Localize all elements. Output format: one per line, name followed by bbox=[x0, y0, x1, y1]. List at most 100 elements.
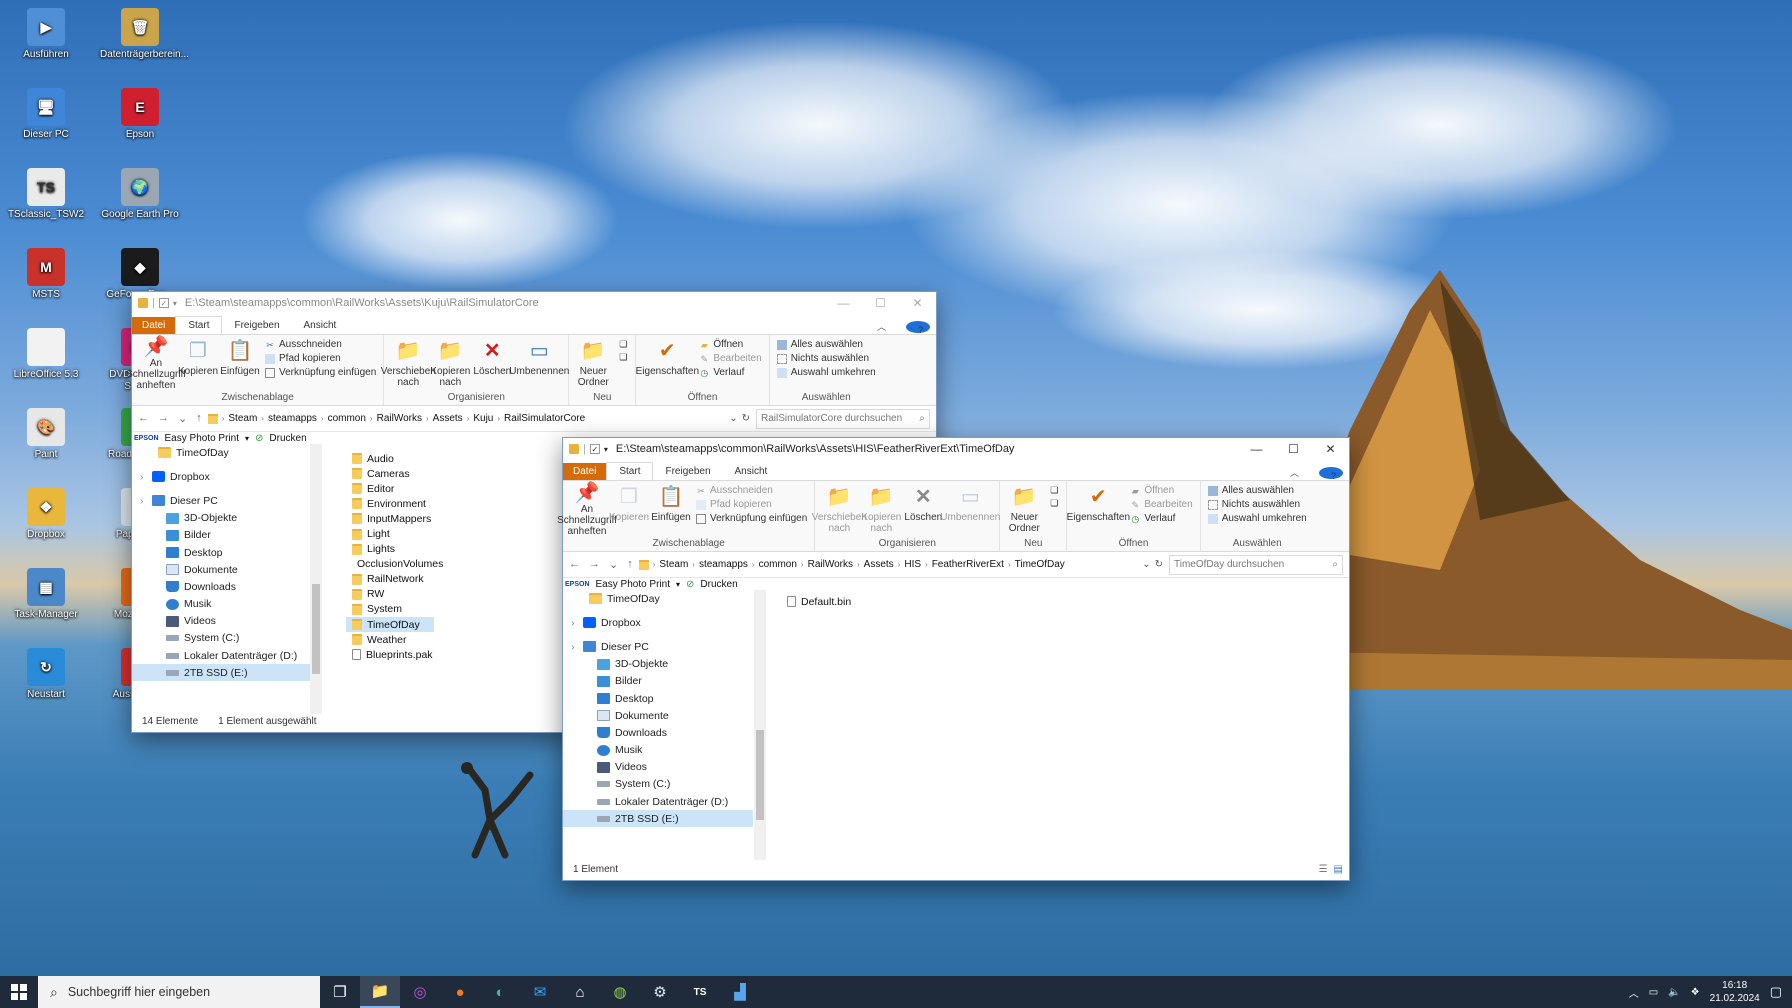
paste-shortcut-button[interactable]: Verknüpfung einfügen bbox=[696, 513, 807, 524]
desktop-icon[interactable]: ▦ Task-Manager bbox=[6, 568, 86, 621]
forward-arrow-icon[interactable]: → bbox=[158, 412, 169, 425]
search-input[interactable]: TimeOfDay durchsuchen ⌕ bbox=[1169, 554, 1343, 575]
dropbox-tray-icon[interactable]: ❖ bbox=[1691, 987, 1700, 998]
easy-photo-print-button[interactable]: Easy Photo Print bbox=[165, 433, 239, 444]
desktop-icon[interactable]: ▶ Ausführen bbox=[6, 8, 86, 61]
tab-start[interactable]: Start bbox=[606, 462, 654, 480]
tree-item[interactable]: 2TB SSD (E:) bbox=[563, 810, 753, 828]
checkmark-icon[interactable]: ✓ bbox=[589, 444, 600, 454]
tree-item[interactable]: Dokumente bbox=[132, 561, 310, 578]
easy-photo-print-button[interactable]: Easy Photo Print bbox=[596, 579, 670, 590]
tree-item[interactable]: Videos bbox=[563, 759, 753, 776]
pin-quick-access-button[interactable]: 📌 An Schnellzugriff anheften bbox=[557, 483, 617, 538]
tree-item[interactable]: TimeOfDay bbox=[563, 590, 753, 607]
breadcrumb-item[interactable]: steamapps bbox=[699, 559, 748, 570]
new-item-button[interactable]: ❏ bbox=[1049, 485, 1059, 495]
folder-item[interactable]: Cameras bbox=[346, 466, 434, 481]
new-folder-button[interactable]: 📁 Neuer Ordner bbox=[572, 339, 614, 391]
minimize-button[interactable]: — bbox=[1238, 442, 1275, 456]
new-item-button[interactable]: ❏ bbox=[618, 339, 628, 349]
breadcrumb-item[interactable]: RailWorks bbox=[808, 559, 853, 570]
copy-button[interactable]: ❐ Kopieren bbox=[608, 485, 650, 537]
tree-item[interactable]: 2TB SSD (E:) bbox=[132, 664, 310, 682]
move-to-button[interactable]: 📁 Verschieben nach bbox=[812, 485, 867, 537]
notification-icon[interactable]: ▢ bbox=[1770, 984, 1782, 1000]
desktop-icon[interactable]: M MSTS bbox=[6, 248, 86, 301]
folder-item[interactable]: Editor bbox=[346, 481, 434, 496]
title-bar[interactable]: | ✓ ▾ E:\Steam\steamapps\common\RailWork… bbox=[132, 292, 936, 314]
address-dropdown-icon[interactable]: ⌄ bbox=[729, 413, 737, 424]
folder-item[interactable]: Audio bbox=[346, 451, 434, 466]
tree-item[interactable]: Desktop bbox=[132, 544, 310, 561]
dropdown-arrow-icon[interactable]: ▾ bbox=[173, 299, 177, 308]
tab-view[interactable]: Ansicht bbox=[723, 463, 780, 480]
tree-item[interactable]: Desktop bbox=[563, 690, 753, 707]
desktop-icon[interactable]: LibreOffice 5.3 bbox=[6, 328, 86, 381]
tree-item[interactable]: › Dropbox bbox=[132, 468, 310, 485]
back-arrow-icon[interactable]: ← bbox=[569, 558, 580, 571]
breadcrumb-item[interactable]: steamapps bbox=[268, 413, 317, 424]
tree-item[interactable]: › Dieser PC bbox=[132, 492, 310, 509]
chevron-up-icon[interactable]: ︿ bbox=[1278, 463, 1311, 482]
steam-icon[interactable]: ⚙ bbox=[640, 976, 680, 1008]
tree-item[interactable]: Musik bbox=[132, 596, 310, 613]
cmd-app-icon[interactable]: ▟ bbox=[720, 976, 760, 1008]
minimize-button[interactable]: — bbox=[825, 296, 862, 310]
breadcrumb-item[interactable]: TimeOfDay bbox=[1015, 559, 1065, 570]
tree-item[interactable]: Musik bbox=[563, 742, 753, 759]
print-button[interactable]: Drucken bbox=[269, 433, 306, 444]
refresh-icon[interactable]: ↻ bbox=[1155, 559, 1163, 570]
tree-item[interactable]: 3D-Objekte bbox=[563, 656, 753, 673]
rename-button[interactable]: ▭ Umbenennen bbox=[509, 339, 569, 391]
copy-path-button[interactable]: Pfad kopieren bbox=[265, 353, 376, 364]
tab-share[interactable]: Freigeben bbox=[653, 463, 722, 480]
tree-item[interactable]: System (C:) bbox=[563, 776, 753, 793]
help-icon[interactable]: ? bbox=[906, 320, 930, 335]
breadcrumb-item[interactable]: Steam bbox=[228, 413, 257, 424]
paste-shortcut-button[interactable]: Verknüpfung einfügen bbox=[265, 367, 376, 378]
checkmark-icon[interactable]: ✓ bbox=[158, 298, 169, 308]
close-button[interactable]: ✕ bbox=[1312, 442, 1349, 456]
recent-chevron-icon[interactable]: ⌄ bbox=[609, 558, 618, 571]
forward-arrow-icon[interactable]: → bbox=[589, 558, 600, 571]
tree-item[interactable]: 3D-Objekte bbox=[132, 510, 310, 527]
desktop-icon[interactable]: ↻ Neustart bbox=[6, 648, 86, 701]
print-button[interactable]: Drucken bbox=[700, 579, 737, 590]
back-arrow-icon[interactable]: ← bbox=[138, 412, 149, 425]
paste-button[interactable]: 📋 Einfügen bbox=[650, 485, 692, 537]
expand-chevron-icon[interactable]: › bbox=[571, 641, 578, 653]
dropdown-arrow-icon[interactable]: ▾ bbox=[245, 434, 249, 443]
help-icon[interactable]: ? bbox=[1319, 466, 1343, 481]
breadcrumb[interactable]: › Steam › steamapps › common › RailWorks › Assets… bbox=[638, 555, 1139, 575]
tray-chevron-icon[interactable]: ︿ bbox=[1629, 985, 1639, 1000]
expand-chevron-icon[interactable]: › bbox=[140, 495, 147, 507]
large-icons-view-icon[interactable]: ▤ bbox=[1334, 864, 1343, 875]
recent-chevron-icon[interactable]: ⌄ bbox=[178, 412, 187, 425]
folder-item[interactable]: OcclusionVolumes bbox=[346, 557, 443, 572]
easy-access-button[interactable]: ❏ bbox=[618, 352, 628, 362]
breadcrumb-item[interactable]: common bbox=[328, 413, 366, 424]
start-button[interactable] bbox=[0, 976, 38, 1008]
refresh-icon[interactable]: ↻ bbox=[742, 413, 750, 424]
firefox-icon[interactable]: ● bbox=[440, 976, 480, 1008]
copy-path-button[interactable]: Pfad kopieren bbox=[696, 499, 807, 510]
file-item[interactable]: Blueprints.pak bbox=[346, 647, 434, 662]
properties-button[interactable]: ✔ Eigenschaften bbox=[1067, 485, 1130, 537]
tab-share[interactable]: Freigeben bbox=[222, 317, 291, 334]
breadcrumb-item[interactable]: RailSimulatorCore bbox=[504, 413, 585, 424]
tree-item[interactable]: Videos bbox=[132, 613, 310, 630]
breadcrumb-item[interactable]: HIS bbox=[904, 559, 921, 570]
delete-button[interactable]: ✕ Löschen bbox=[471, 339, 513, 391]
desktop-icon[interactable]: 🌍 Google Earth Pro bbox=[100, 168, 180, 221]
breadcrumb-item[interactable]: RailWorks bbox=[377, 413, 422, 424]
tree-item[interactable]: Lokaler Datenträger (D:) bbox=[132, 647, 310, 664]
breadcrumb-item[interactable]: Assets bbox=[864, 559, 894, 570]
tree-item[interactable]: Bilder bbox=[563, 673, 753, 690]
train-simulator-icon[interactable]: TS bbox=[680, 976, 720, 1008]
breadcrumb-item[interactable]: Kuju bbox=[473, 413, 493, 424]
new-folder-button[interactable]: 📁 Neuer Ordner bbox=[1003, 485, 1045, 537]
move-to-button[interactable]: 📁 Verschieben nach bbox=[381, 339, 436, 391]
up-arrow-icon[interactable]: ↑ bbox=[196, 412, 202, 425]
navigation-scrollbar[interactable] bbox=[754, 590, 766, 860]
clock[interactable]: 16:18 21.02.2024 bbox=[1710, 979, 1760, 1005]
